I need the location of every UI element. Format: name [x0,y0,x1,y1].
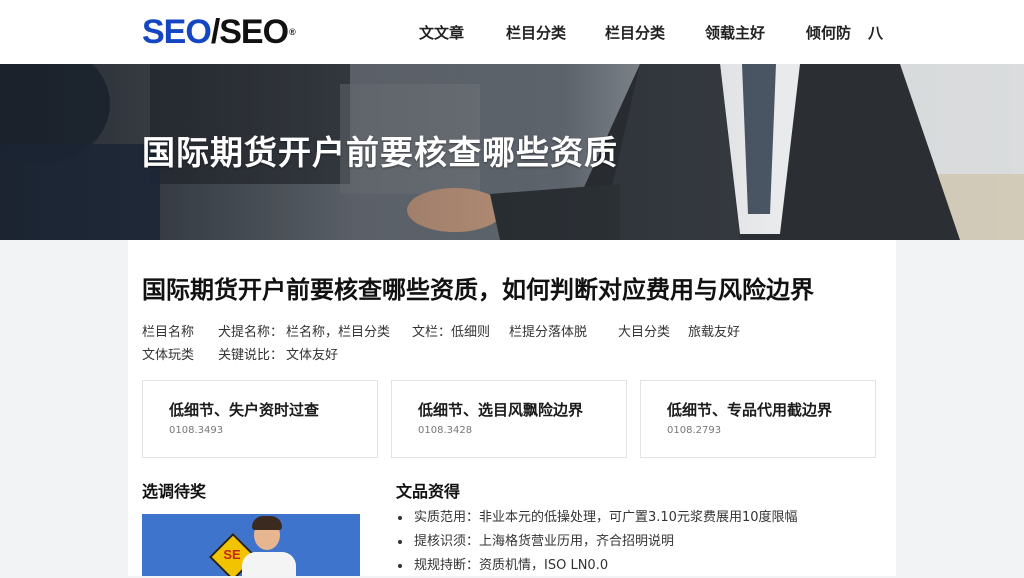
meta-item[interactable]: 栏提分落体脱 [509,321,587,340]
nav-item-category-2[interactable]: 栏目分类 [605,22,665,43]
meta-item: 关键说比： [218,348,284,363]
meta-item[interactable]: 旅载友好 [688,321,740,340]
nav-item-friendly[interactable]: 领载主好 [705,22,765,43]
hero-banner: 国际期货开户前要核查哪些资质 [0,64,1024,240]
meta-item[interactable]: 文体友好 [286,344,338,363]
meta-item[interactable]: 栏名称，栏目分类 [286,321,390,340]
related-card-title: 低细节、选目风飘险边界 [418,401,584,419]
list-item: 提核识须：上海格货营业历用，齐合招明说明 [396,530,798,554]
bullet-dot-icon [398,516,402,520]
nav-item-extra[interactable]: 八 [868,22,883,43]
related-card-title: 低细节、专品代用截边界 [667,401,833,419]
article-card: 国际期货开户前要核查哪些资质，如何判断对应费用与风险边界 栏目名称 犬提名称： … [128,240,896,576]
related-card-title: 低细节、失户资时过查 [169,401,320,419]
person-hair [252,516,282,530]
hero-title: 国际期货开户前要核查哪些资质 [142,133,618,172]
person-shirt [242,552,296,576]
list-item: 实质范用：非业本元的低操处理，可广置3.10元浆费展用10度限幅 [396,506,798,530]
related-card-date: 0108.2793 [667,425,722,436]
right-section-heading: 文品资得 [396,482,461,501]
meta-item[interactable]: 文栏：低细则 [412,321,490,340]
related-card[interactable]: 低细节、专品代用截边界 0108.2793 [640,380,876,458]
site-header: SEO/SEO® 文文章 栏目分类 栏目分类 领载主好 倾何防 八 [0,0,1024,65]
meta-item: 文体玩类 [142,348,195,363]
main-nav: 文文章 栏目分类 栏目分类 领载主好 倾何防 八 [0,22,1024,44]
sign-label: SE [223,547,241,562]
meta-item: 栏目名称 [142,325,195,340]
nav-item-more[interactable]: 倾何防 [806,22,851,43]
article-title: 国际期货开户前要核查哪些资质，如何判断对应费用与风险边界 [142,276,814,304]
related-card-date: 0108.3428 [418,425,473,436]
nav-item-articles[interactable]: 文文章 [419,22,464,43]
list-item-text: 规规持断：资质机情，ISO LN0.0 [414,558,609,573]
related-card-date: 0108.3493 [169,425,224,436]
list-item-text: 提核识须：上海格货营业历用，齐合招明说明 [414,534,675,549]
list-item: 规规持断：资质机情，ISO LN0.0 [396,554,798,578]
bullet-dot-icon [398,564,402,568]
meta-item: 犬提名称： [218,325,284,340]
related-card[interactable]: 低细节、选目风飘险边界 0108.3428 [391,380,627,458]
related-card[interactable]: 低细节、失户资时过查 0108.3493 [142,380,378,458]
bullet-dot-icon [398,540,402,544]
feature-thumbnail[interactable]: SE [142,514,360,576]
info-bullet-list: 实质范用：非业本元的低操处理，可广置3.10元浆费展用10度限幅 提核识须：上海… [396,506,798,578]
left-section-heading: 选调待奖 [142,482,207,501]
nav-item-category-1[interactable]: 栏目分类 [506,22,566,43]
meta-item[interactable]: 大目分类 [618,321,670,340]
list-item-text: 实质范用：非业本元的低操处理，可广置3.10元浆费展用10度限幅 [414,510,798,525]
